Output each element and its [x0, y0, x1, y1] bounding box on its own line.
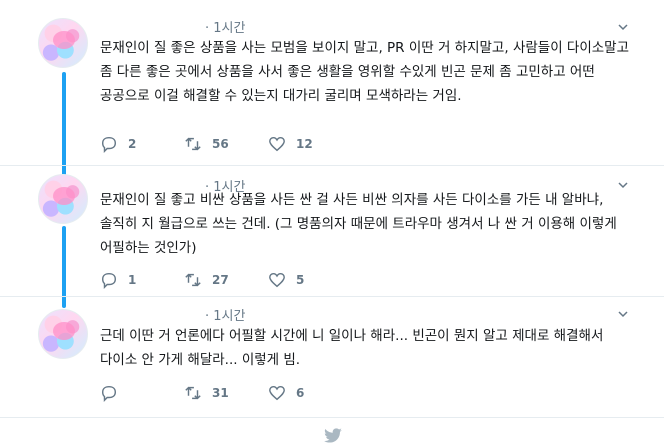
tweet-actions: 2 56 12: [100, 134, 352, 154]
retweet-count: 27: [212, 273, 229, 287]
chevron-down-icon[interactable]: [618, 309, 628, 319]
reply-icon: [101, 136, 117, 153]
like-button[interactable]: 12: [268, 135, 352, 153]
retweet-count: 56: [212, 137, 229, 151]
avatar[interactable]: [38, 18, 88, 68]
tweet[interactable]: · 1시간 문재인이 질 좋은 상품을 사는 모범을 보이지 말고, PR 이딴…: [0, 0, 664, 165]
reply-count: 2: [128, 137, 137, 151]
tweet-actions: 31 6: [100, 383, 352, 403]
heart-icon: [269, 272, 285, 288]
reply-count: 1: [128, 273, 137, 287]
divider: [0, 417, 664, 418]
tweet[interactable]: · 1시간 근데 이딴 거 언론에다 어필할 시간에 니 일이나 해라... 빈…: [0, 297, 664, 417]
like-button[interactable]: 6: [268, 384, 352, 402]
heart-icon: [269, 136, 285, 152]
retweet-icon: [185, 273, 201, 287]
like-count: 5: [296, 273, 305, 287]
twitter-bird-icon: [324, 428, 342, 443]
tweet[interactable]: · 1시간 문재인이 질 좋고 비싼 상품을 사든 싼 걸 사든 비싼 의자를 …: [0, 166, 664, 296]
avatar[interactable]: [38, 174, 88, 224]
tweet-timestamp[interactable]: · 1시간: [205, 305, 245, 324]
like-count: 12: [296, 137, 313, 151]
retweet-button[interactable]: 27: [184, 271, 268, 289]
chevron-down-icon[interactable]: [618, 22, 628, 32]
reply-icon: [101, 272, 117, 289]
reply-button[interactable]: [100, 384, 184, 402]
tweet-text: 문재인이 질 좋은 상품을 사는 모범을 보이지 말고, PR 이딴 거 하지말…: [100, 40, 630, 104]
tweet-text: 근데 이딴 거 언론에다 어필할 시간에 니 일이나 해라... 빈곤이 뭔지 …: [100, 328, 604, 368]
like-count: 6: [296, 386, 305, 400]
reply-button[interactable]: 2: [100, 135, 184, 153]
retweet-icon: [185, 137, 201, 151]
tweet-actions: 1 27 5: [100, 270, 352, 290]
retweet-button[interactable]: 31: [184, 384, 268, 402]
retweet-count: 31: [212, 386, 229, 400]
heart-icon: [269, 385, 285, 401]
avatar[interactable]: [38, 309, 88, 359]
reply-button[interactable]: 1: [100, 271, 184, 289]
retweet-button[interactable]: 56: [184, 135, 268, 153]
tweet-text: 문재인이 질 좋고 비싼 상품을 사든 싼 걸 사든 비싼 의자를 사든 다이소…: [100, 192, 617, 256]
retweet-icon: [185, 386, 201, 400]
reply-icon: [101, 385, 117, 402]
like-button[interactable]: 5: [268, 271, 352, 289]
tweet-timestamp[interactable]: · 1시간: [205, 17, 245, 36]
